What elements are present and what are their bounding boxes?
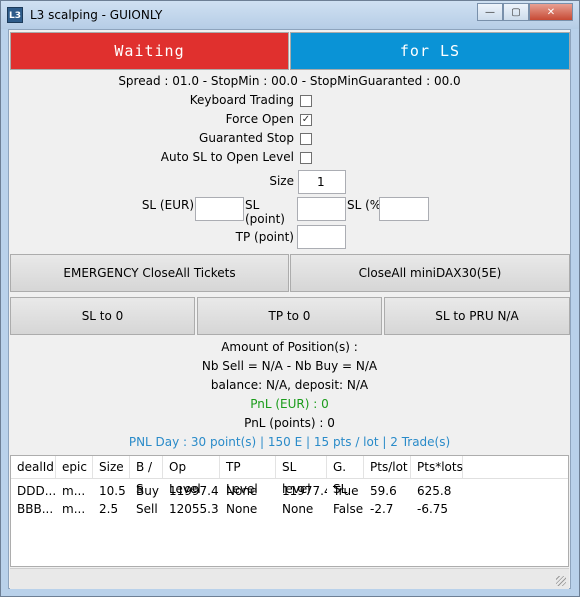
window-title: L3 scalping - GUIONLY <box>30 8 163 22</box>
cell-tp-level: None <box>226 502 258 516</box>
status-bar <box>10 568 569 589</box>
resize-grip-icon[interactable] <box>556 576 566 586</box>
column-header[interactable]: Op Level <box>163 456 220 496</box>
client-area: Waiting for LS Spread : 01.0 - StopMin :… <box>8 29 571 589</box>
sl-eur-label: SL (EUR) <box>141 198 194 212</box>
force-open-checkbox[interactable]: ✓ <box>300 114 312 126</box>
auto-sl-label: Auto SL to Open Level <box>160 150 294 164</box>
column-header[interactable]: Pts*lots <box>411 456 463 478</box>
cell-g-sl: False <box>333 502 364 516</box>
window-controls: — ▢ ✕ <box>477 3 573 21</box>
spread-info: Spread : 01.0 - StopMin : 00.0 - StopMin… <box>118 74 461 88</box>
column-header[interactable]: dealId <box>11 456 56 478</box>
cell-sl-level: 11977.4 <box>282 484 327 498</box>
column-header[interactable]: SL level <box>276 456 327 496</box>
guaranted-stop-checkbox[interactable] <box>300 133 312 145</box>
cell-pts-lot: 59.6 <box>370 484 397 498</box>
size-input[interactable]: 1 <box>298 170 346 194</box>
cell-g-sl: True <box>333 484 359 498</box>
cell-size: 2.5 <box>99 502 119 516</box>
cell-pts-lots: -6.75 <box>417 502 449 516</box>
pnl-day: PNL Day : 30 point(s) | 150 E | 15 pts /… <box>128 435 451 449</box>
closeall-minidax-button[interactable]: CloseAll miniDAX30(5E) <box>290 254 570 292</box>
guaranted-stop-label: Guaranted Stop <box>199 131 294 145</box>
column-header[interactable]: epic <box>56 456 93 478</box>
keyboard-trading-checkbox[interactable] <box>300 95 312 107</box>
nb-sell-buy: Nb Sell = N/A - Nb Buy = N/A <box>201 359 378 373</box>
auto-sl-checkbox[interactable] <box>300 152 312 164</box>
table-row[interactable]: BBB... m... 2.5 Sell 12055.3 None None F… <box>11 500 568 518</box>
cell-epic: m... <box>62 484 86 498</box>
column-header[interactable]: G. SL <box>327 456 364 496</box>
column-header[interactable]: TP Level <box>220 456 276 496</box>
cell-pts-lots: 625.8 <box>417 484 452 498</box>
cell-side: Sell <box>136 502 158 516</box>
cell-op-level: 12055.3 <box>169 502 219 516</box>
close-button[interactable]: ✕ <box>529 3 573 21</box>
cell-sl-level: None <box>282 502 314 516</box>
sl-point-label: SL (point) <box>245 198 285 226</box>
sl-to-pru-button[interactable]: SL to PRU N/A <box>384 297 570 335</box>
cell-tp-level: None <box>226 484 258 498</box>
pnl-eur: PnL (EUR) : 0 <box>250 397 329 411</box>
app-window: L3 L3 scalping - GUIONLY — ▢ ✕ Waiting f… <box>0 0 580 597</box>
tp-point-input[interactable] <box>297 225 346 249</box>
cell-side: Buy <box>136 484 159 498</box>
tp-to-0-button[interactable]: TP to 0 <box>197 297 382 335</box>
emergency-closeall-button[interactable]: EMERGENCY CloseAll Tickets <box>10 254 289 292</box>
app-icon: L3 <box>7 7 23 23</box>
amount-of-positions: Amount of Position(s) : <box>221 340 358 354</box>
cell-pts-lot: -2.7 <box>370 502 394 516</box>
maximize-button[interactable]: ▢ <box>503 3 529 21</box>
cell-op-level: 11997.4 <box>169 484 219 498</box>
column-header[interactable]: B / S <box>130 456 163 496</box>
balance-deposit: balance: N/A, deposit: N/A <box>210 378 369 392</box>
tp-point-label: TP (point) <box>235 230 294 244</box>
cell-deal-id: DDD... <box>17 484 56 498</box>
table-row[interactable]: DDD... m... 10.5 Buy 11997.4 None 11977.… <box>11 482 568 500</box>
positions-table: dealId epic Size B / S Op Level TP Level… <box>10 455 569 567</box>
force-open-label: Force Open <box>225 112 294 126</box>
keyboard-trading-label: Keyboard Trading <box>189 93 294 107</box>
sl-eur-input[interactable] <box>195 197 244 221</box>
table-header: dealId epic Size B / S Op Level TP Level… <box>11 456 568 496</box>
sl-point-input[interactable] <box>297 197 346 221</box>
cell-size: 10.5 <box>99 484 126 498</box>
title-bar[interactable]: L3 L3 scalping - GUIONLY — ▢ ✕ <box>1 1 579 29</box>
pnl-points: PnL (points) : 0 <box>244 416 335 430</box>
sl-to-0-button[interactable]: SL to 0 <box>10 297 195 335</box>
column-header[interactable]: Pts/lot <box>364 456 411 478</box>
column-header[interactable]: Size <box>93 456 130 478</box>
for-ls-button[interactable]: for LS <box>290 32 570 70</box>
checkmark-icon: ✓ <box>301 114 311 125</box>
minimize-button[interactable]: — <box>477 3 503 21</box>
sl-pct-input[interactable] <box>379 197 429 221</box>
cell-deal-id: BBB... <box>17 502 54 516</box>
size-label: Size <box>269 174 294 188</box>
waiting-status-button[interactable]: Waiting <box>10 32 289 70</box>
cell-epic: m... <box>62 502 86 516</box>
